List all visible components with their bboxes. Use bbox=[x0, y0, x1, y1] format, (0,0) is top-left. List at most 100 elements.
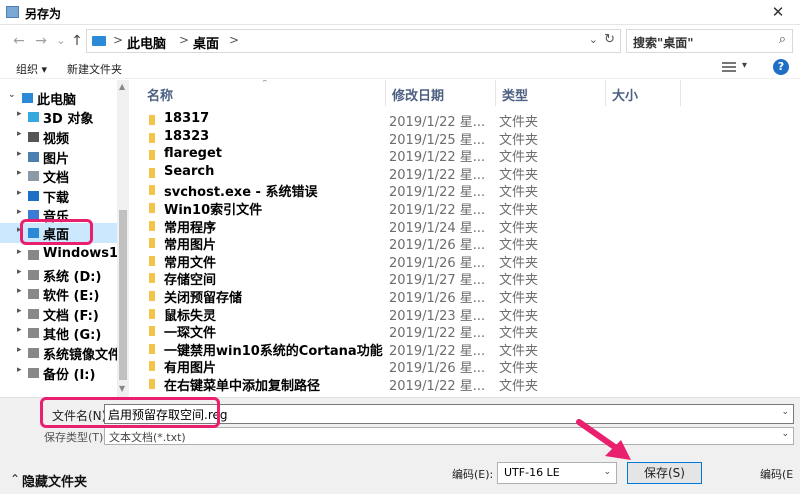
breadcrumb-separator[interactable]: > bbox=[179, 33, 189, 47]
sidebar-item-pictures[interactable]: ▸ 图片 bbox=[0, 147, 118, 167]
sidebar-item-windows-drive[interactable]: ▸ Windows1( bbox=[0, 245, 124, 265]
close-button[interactable]: ✕ bbox=[756, 0, 800, 25]
expand-icon[interactable]: ▸ bbox=[17, 286, 22, 296]
sidebar-item-drive-d[interactable]: ▸ 系统 (D:) bbox=[0, 265, 118, 285]
sidebar-item-label: Windows1( bbox=[43, 246, 125, 261]
expand-icon[interactable]: ▸ bbox=[17, 109, 22, 119]
expand-icon[interactable]: ▸ bbox=[17, 345, 22, 355]
back-button[interactable]: ← bbox=[10, 32, 28, 50]
file-date: 2019/1/25 星... bbox=[389, 132, 486, 148]
organize-button[interactable]: 组织 ▾ bbox=[16, 61, 47, 77]
filename-dropdown-icon[interactable]: ⌄ bbox=[781, 407, 789, 417]
window-title: 另存为 bbox=[25, 7, 62, 21]
sidebar-item-system-image[interactable]: ▸ 系统镜像文件 bbox=[0, 343, 121, 363]
expand-icon[interactable]: ▸ bbox=[17, 247, 22, 257]
search-placeholder: 搜索"桌面" bbox=[633, 36, 694, 50]
sidebar-item-drive-e[interactable]: ▸ 软件 (E:) bbox=[0, 284, 118, 304]
sidebar-item-drive-f[interactable]: ▸ 文档 (F:) bbox=[0, 304, 118, 324]
breadcrumb-separator[interactable]: > bbox=[229, 33, 239, 47]
breadcrumb-this-pc[interactable]: 此电脑 bbox=[127, 33, 166, 52]
file-row[interactable]: 鼠标失灵 2019/1/23 星... 文件夹 bbox=[131, 305, 691, 324]
expand-icon[interactable]: ▸ bbox=[17, 168, 22, 178]
view-dropdown-icon[interactable]: ▾ bbox=[742, 60, 747, 71]
file-row[interactable]: 常用程序 2019/1/24 星... 文件夹 bbox=[131, 217, 691, 236]
breadcrumb-separator[interactable]: > bbox=[113, 33, 123, 47]
expand-icon[interactable]: ▸ bbox=[17, 267, 22, 277]
collapse-icon[interactable]: ⌄ bbox=[8, 90, 16, 100]
file-row[interactable]: 一琛文件 2019/1/22 星... 文件夹 bbox=[131, 322, 691, 341]
expand-icon[interactable]: ▸ bbox=[17, 325, 22, 335]
breadcrumb-desktop[interactable]: 桌面 bbox=[193, 33, 219, 52]
drive-icon bbox=[28, 328, 39, 338]
filename-highlight bbox=[40, 397, 220, 428]
file-row[interactable]: 关闭预留存储 2019/1/26 星... 文件夹 bbox=[131, 287, 691, 306]
navigation-scrollbar[interactable]: ▲ ▼ bbox=[117, 80, 129, 397]
new-folder-button[interactable]: 新建文件夹 bbox=[67, 61, 122, 77]
column-name-label: 名称 bbox=[147, 89, 174, 104]
sidebar-item-drive-g[interactable]: ▸ 其他 (G:) bbox=[0, 323, 118, 343]
notepad-icon bbox=[6, 6, 19, 18]
expand-icon[interactable]: ▸ bbox=[17, 149, 22, 159]
file-row[interactable]: Win10索引文件 2019/1/22 星... 文件夹 bbox=[131, 199, 691, 218]
expand-icon[interactable]: ▸ bbox=[17, 129, 22, 139]
file-row[interactable]: 18317 2019/1/22 星... 文件夹 bbox=[131, 111, 691, 130]
file-date: 2019/1/22 星... bbox=[389, 115, 486, 130]
file-row[interactable]: 常用文件 2019/1/26 星... 文件夹 bbox=[131, 252, 691, 271]
expand-icon[interactable]: ▸ bbox=[17, 365, 22, 375]
encoding-dropdown-icon[interactable]: ⌄ bbox=[603, 467, 611, 477]
column-date-modified[interactable]: 修改日期 bbox=[386, 80, 496, 106]
file-row[interactable]: 常用图片 2019/1/26 星... 文件夹 bbox=[131, 234, 691, 254]
scrollbar-thumb[interactable] bbox=[119, 210, 127, 380]
column-type[interactable]: 类型 bbox=[496, 80, 606, 106]
expand-icon[interactable]: ▸ bbox=[17, 306, 22, 316]
sidebar-item-3d-objects[interactable]: ▸ 3D 对象 bbox=[0, 107, 118, 127]
column-size-label: 大小 bbox=[612, 89, 639, 104]
file-date: 2019/1/24 星... bbox=[389, 220, 486, 236]
folder-icon bbox=[149, 326, 155, 337]
scroll-down-icon[interactable]: ▼ bbox=[119, 384, 125, 393]
file-row[interactable]: Search 2019/1/22 星... 文件夹 bbox=[131, 164, 691, 183]
hide-folders-button[interactable]: 隐藏文件夹 bbox=[22, 471, 87, 490]
pc-icon bbox=[22, 93, 33, 103]
sidebar-item-drive-i[interactable]: ▸ 备份 (I:) bbox=[0, 363, 118, 383]
sidebar-item-documents[interactable]: ▸ 文档 bbox=[0, 166, 118, 186]
hide-folders-icon[interactable]: ⌃ bbox=[10, 472, 20, 486]
sort-ascending-icon: ⌃ bbox=[261, 80, 269, 89]
search-icon[interactable]: ⌕ bbox=[779, 32, 786, 47]
refresh-icon[interactable]: ↻ bbox=[604, 32, 615, 47]
navigation-bar: ← → ⌄ ↑ > 此电脑 > 桌面 > ⌄ ↻ 搜索"桌面" ⌕ bbox=[0, 26, 800, 56]
folder-icon bbox=[149, 255, 155, 266]
file-name: 鼠标失灵 bbox=[164, 308, 217, 324]
file-row[interactable]: 有用图片 2019/1/26 星... 文件夹 bbox=[131, 357, 691, 376]
expand-icon[interactable]: ▸ bbox=[17, 207, 22, 217]
sidebar-item-this-pc[interactable]: ⌄ 此电脑 bbox=[0, 88, 118, 108]
address-dropdown-icon[interactable]: ⌄ bbox=[589, 33, 598, 46]
file-type: 文件夹 bbox=[499, 238, 539, 254]
file-row[interactable]: 存储空间 2019/1/27 星... 文件夹 bbox=[131, 269, 691, 288]
address-bar[interactable]: > 此电脑 > 桌面 > ⌄ ↻ bbox=[86, 29, 621, 53]
sidebar-item-label: 系统 (D:) bbox=[43, 270, 102, 285]
view-options-icon[interactable] bbox=[722, 62, 736, 72]
sidebar-item-downloads[interactable]: ▸ 下载 bbox=[0, 186, 118, 206]
forward-button[interactable]: → bbox=[32, 32, 50, 50]
file-row[interactable]: 一键禁用win10系统的Cortana功能 2019/1/22 星... 文件夹 bbox=[131, 340, 691, 359]
encoding-select[interactable]: UTF-16 LE ⌄ bbox=[497, 462, 617, 484]
scroll-up-icon[interactable]: ▲ bbox=[119, 82, 125, 91]
up-button[interactable]: ↑ bbox=[68, 32, 86, 50]
help-button[interactable]: ? bbox=[773, 59, 789, 75]
search-box[interactable]: 搜索"桌面" ⌕ bbox=[626, 29, 793, 53]
pc-icon bbox=[92, 36, 106, 46]
expand-icon[interactable]: ▸ bbox=[17, 188, 22, 198]
save-button[interactable]: 保存(S) bbox=[627, 462, 702, 484]
filetype-dropdown-icon[interactable]: ⌄ bbox=[781, 429, 789, 439]
file-list: 名称 ⌃ 修改日期 类型 大小 18317 2019/1/22 星... 文件夹 18… bbox=[131, 80, 800, 397]
filetype-select[interactable]: 文本文档(*.txt) ⌄ bbox=[104, 427, 794, 445]
sidebar-item-videos[interactable]: ▸ 视频 bbox=[0, 127, 118, 147]
folder-icon bbox=[149, 291, 155, 301]
column-size[interactable]: 大小 bbox=[606, 80, 681, 106]
file-row[interactable]: 18323 2019/1/25 星... 文件夹 bbox=[131, 129, 691, 148]
folder-icon bbox=[149, 203, 155, 213]
file-row[interactable]: svchost.exe - 系统错误 2019/1/22 星... 文件夹 bbox=[131, 181, 691, 200]
file-row[interactable]: 在右键菜单中添加复制路径 2019/1/22 星... 文件夹 bbox=[131, 375, 691, 394]
file-row[interactable]: flareget 2019/1/22 星... 文件夹 bbox=[131, 146, 691, 165]
